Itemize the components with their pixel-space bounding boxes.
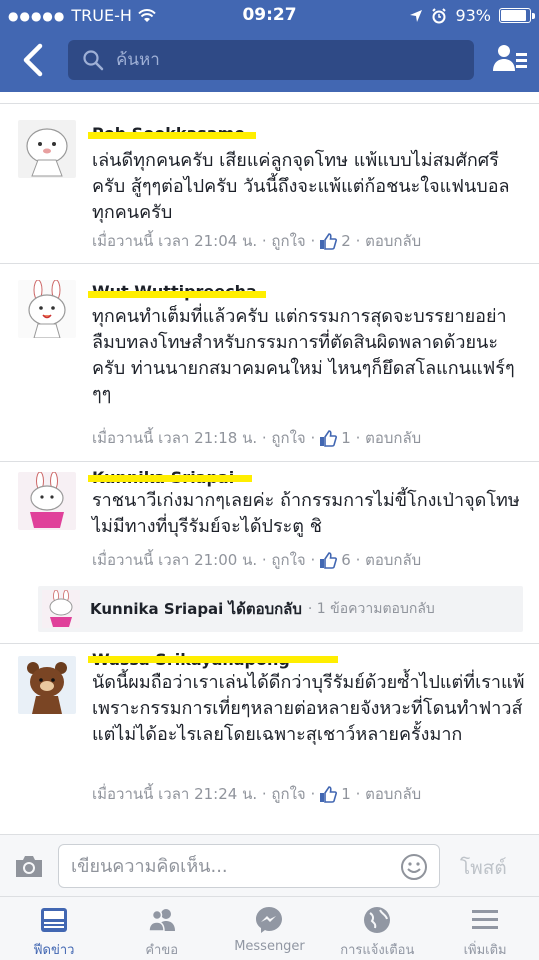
comment-item: Poh Sookkasame เล่นดีทุกคนครับ เสียแค่ลู…: [0, 104, 539, 264]
tab-label: คำขอ: [145, 943, 179, 958]
comment-text: ทุกคนทำเต็มที่แล้วครับ แต่กรรมการสุดจะบร…: [92, 306, 515, 405]
comment-meta: เมื่อวานนี้ เวลา 21:04 น. · ถูกใจ · 2 · …: [92, 229, 421, 253]
separator-dot: ·: [257, 785, 272, 803]
comment-item: Wut Wuttipreecha ทุกคนทำเต็มที่แล้วครับ …: [0, 264, 539, 462]
comment-meta: เมื่อวานนี้ เวลา 21:00 น. · ถูกใจ · 6 · …: [92, 548, 421, 572]
back-chevron-icon[interactable]: [18, 42, 48, 78]
more-menu-icon: [472, 910, 499, 929]
separator-dot: ·: [305, 429, 316, 447]
camera-icon[interactable]: [14, 853, 44, 879]
separator-dot: ·: [257, 232, 272, 250]
battery-fill: [501, 10, 526, 21]
like-thumb-icon: [320, 552, 338, 569]
reply-link[interactable]: ตอบกลับ: [365, 229, 421, 253]
separator-dot: ·: [257, 551, 272, 569]
like-thumb-icon: [320, 233, 338, 250]
list-top-spacer: [0, 92, 539, 104]
reply-link[interactable]: ตอบกลับ: [365, 782, 421, 806]
like-link[interactable]: ถูกใจ: [271, 782, 305, 806]
highlight-strike: [88, 291, 266, 298]
post-button[interactable]: โพสต์: [460, 853, 507, 883]
comment-time: เมื่อวานนี้ เวลา 21:24 น.: [92, 785, 258, 803]
comment-text: นัดนี้ผมถือว่าเราเล่นได้ดีกว่าบุรีรัมย์ด…: [92, 672, 525, 745]
tab-news-feed[interactable]: ฟีดข่าว: [0, 897, 108, 960]
comment-text: ราชนาวีเก่งมากๆเลยค่ะ ถ้ากรรมการไม่ขี้โก…: [92, 490, 520, 537]
comment-item: Wassa Srikayanapong นัดนี้ผมถือว่าเราเล่…: [0, 644, 539, 814]
tab-label: Messenger: [234, 939, 305, 954]
friend-list-icon[interactable]: [491, 40, 529, 78]
reply-link[interactable]: ตอบกลับ: [365, 548, 421, 572]
separator-dot: ·: [305, 551, 316, 569]
like-count: 6: [341, 551, 351, 569]
tab-label: ฟีดข่าว: [33, 943, 75, 958]
highlight-strike: [88, 475, 252, 482]
search-input[interactable]: [116, 50, 456, 70]
like-count: 2: [341, 232, 351, 250]
highlight-strike: [88, 656, 338, 663]
comment-text: เล่นดีทุกคนครับ เสียแค่ลูกจุดโทษ แพ้แบบไ…: [92, 150, 510, 223]
separator-dot: ·: [350, 785, 366, 803]
separator-dot: ·: [305, 232, 316, 250]
like-thumb-icon: [320, 430, 338, 447]
comments-list: Poh Sookkasame เล่นดีทุกคนครับ เสียแค่ลู…: [0, 92, 539, 834]
comment-meta: เมื่อวานนี้ เวลา 21:18 น. · ถูกใจ · 1 · …: [92, 426, 421, 450]
highlight-strike: [88, 132, 256, 139]
comment-input[interactable]: [58, 844, 440, 888]
avatar[interactable]: [18, 280, 76, 338]
tab-friend-requests[interactable]: คำขอ: [108, 897, 216, 960]
reply-count: · 1 ข้อความตอบกลับ: [307, 601, 435, 617]
location-arrow-icon: [410, 9, 423, 22]
like-count: 1: [341, 429, 351, 447]
battery-percent: 93%: [455, 6, 491, 25]
navigation-bar: ●●●●● TRUE-H 09:27 93%: [0, 0, 539, 92]
reply-link[interactable]: ตอบกลับ: [365, 426, 421, 450]
tab-messenger[interactable]: Messenger: [216, 897, 324, 960]
tab-label: เพิ่มเติม: [463, 943, 507, 958]
avatar[interactable]: [18, 472, 76, 530]
status-bar: ●●●●● TRUE-H 09:27 93%: [0, 0, 539, 30]
separator-dot: ·: [350, 429, 366, 447]
status-right: 93%: [409, 6, 535, 25]
search-bar[interactable]: [68, 40, 474, 80]
comment-time: เมื่อวานนี้ เวลา 21:04 น.: [92, 232, 258, 250]
messenger-icon: [256, 907, 283, 933]
avatar[interactable]: [18, 656, 76, 714]
notifications-globe-icon: [364, 907, 391, 933]
comment-meta: เมื่อวานนี้ เวลา 21:24 น. · ถูกใจ · 1 · …: [92, 782, 421, 806]
battery-icon: [499, 8, 535, 23]
comment-time: เมื่อวานนี้ เวลา 21:00 น.: [92, 551, 258, 569]
like-link[interactable]: ถูกใจ: [271, 548, 305, 572]
tab-label: การแจ้งเตือน: [340, 943, 415, 958]
view-replies-button[interactable]: Kunnika Sriapai ได้ตอบกลับ · 1 ข้อความตอ…: [38, 586, 523, 632]
like-link[interactable]: ถูกใจ: [271, 229, 305, 253]
separator-dot: ·: [350, 551, 366, 569]
avatar: [42, 590, 80, 628]
comment-time: เมื่อวานนี้ เวลา 21:18 น.: [92, 429, 258, 447]
alarm-clock-icon: [432, 7, 447, 23]
comment-item: Kunnika Sriapai ราชนาวีเก่งมากๆเลยค่ะ ถ้…: [0, 462, 539, 580]
like-count: 1: [341, 785, 351, 803]
separator-dot: ·: [350, 232, 366, 250]
tab-notifications[interactable]: การแจ้งเตือน: [323, 897, 431, 960]
search-icon: [83, 50, 104, 71]
tab-more[interactable]: เพิ่มเติม: [431, 897, 539, 960]
sticker-smiley-icon[interactable]: [400, 853, 428, 881]
reply-author: Kunnika Sriapai ได้ตอบกลับ: [90, 600, 302, 618]
separator-dot: ·: [257, 429, 272, 447]
news-feed-icon: [40, 908, 67, 932]
avatar[interactable]: [18, 120, 76, 178]
like-link[interactable]: ถูกใจ: [271, 426, 305, 450]
reply-summary-row: Kunnika Sriapai ได้ตอบกลับ · 1 ข้อความตอ…: [0, 580, 539, 644]
like-thumb-icon: [320, 786, 338, 803]
separator-dot: ·: [305, 785, 316, 803]
comment-composer: โพสต์: [0, 834, 539, 896]
friend-requests-icon: [147, 909, 175, 932]
bottom-tab-bar: ฟีดข่าว คำขอ Messenger การแจ้งเตือน เพิ่…: [0, 896, 539, 960]
